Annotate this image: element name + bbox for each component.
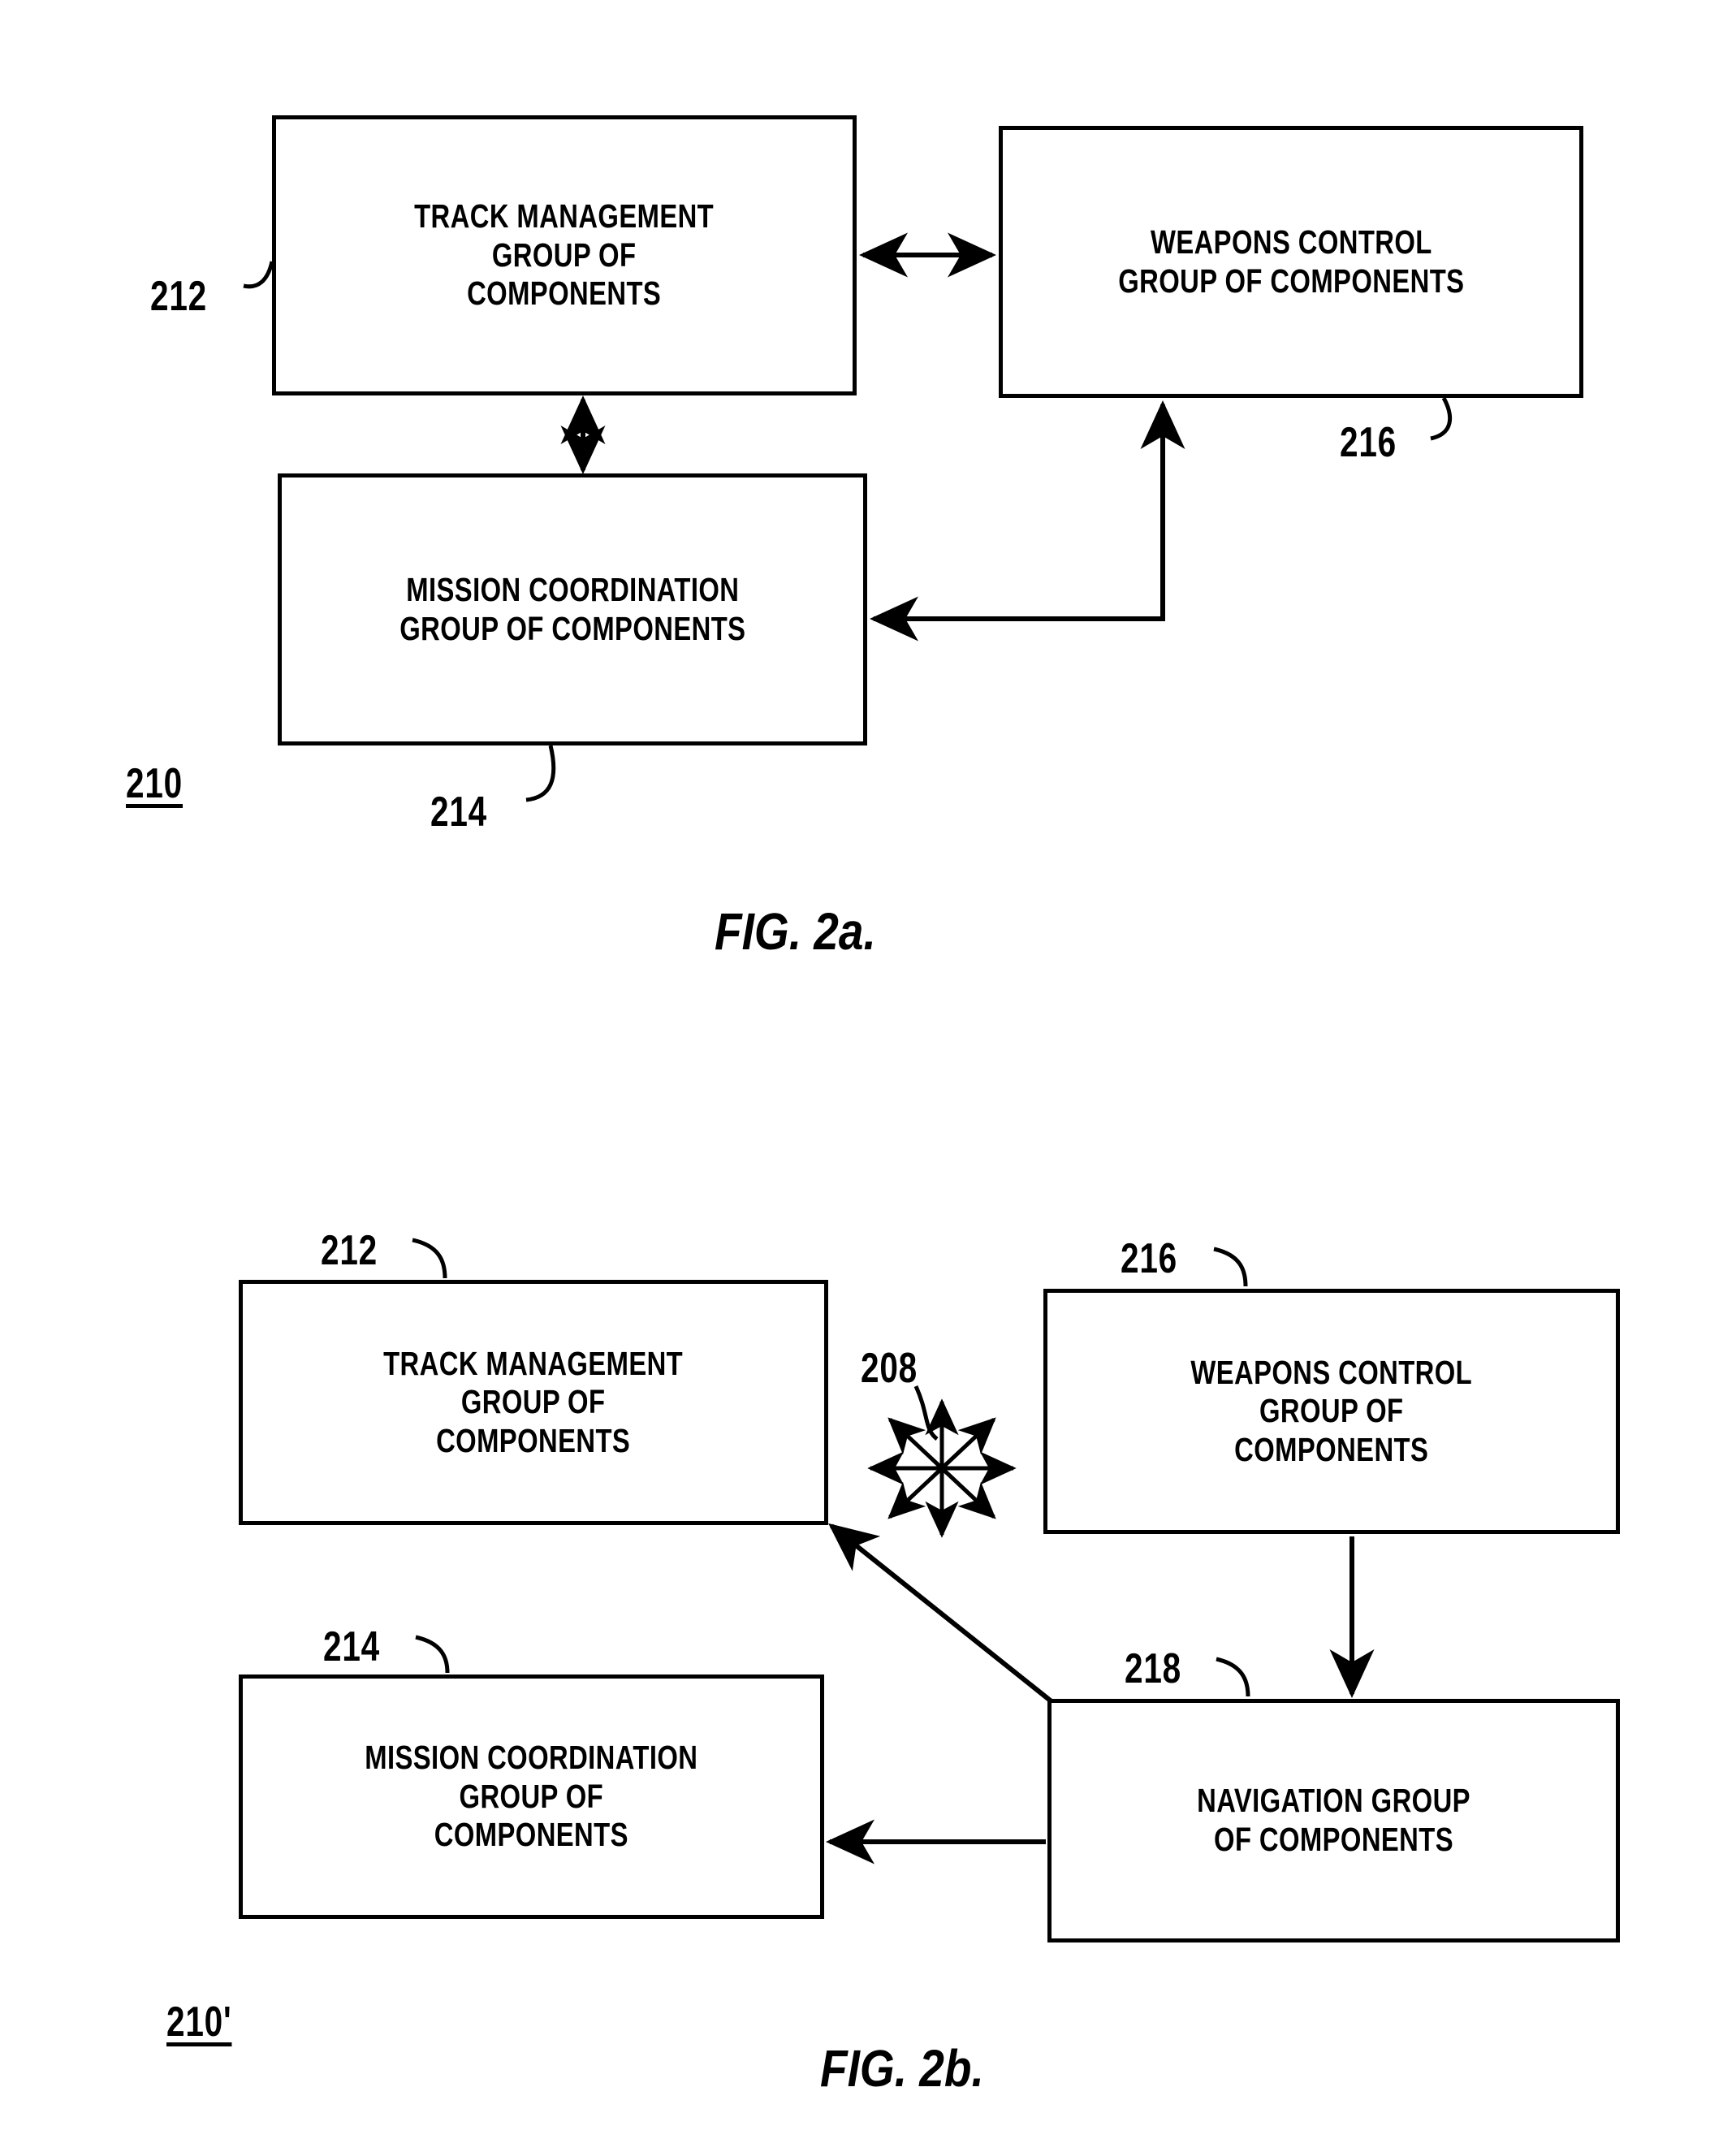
- fig2b-ref-214: 214: [323, 1623, 381, 1670]
- fig2b-box-weapons-control-label: WEAPONS CONTROL GROUP OF COMPONENTS: [1190, 1353, 1473, 1468]
- fig2b-arrow-navigation-track: [828, 1523, 1054, 1705]
- fig2b-leader-212: [412, 1238, 447, 1279]
- fig2b-ref-212: 212: [321, 1227, 378, 1274]
- fig2b-leader-214: [415, 1635, 450, 1674]
- fig2a-ref-216: 216: [1340, 419, 1397, 466]
- fig2b-box-navigation-label: NAVIGATION GROUP OF COMPONENTS: [1197, 1782, 1470, 1858]
- fig2a-ref-212: 212: [150, 273, 208, 320]
- fig2a-leader-212: [243, 261, 274, 289]
- fig2a-box-mission-coordination: MISSION COORDINATION GROUP OF COMPONENTS: [278, 473, 867, 745]
- fig2a-box-weapons-control: WEAPONS CONTROL GROUP OF COMPONENTS: [999, 126, 1583, 398]
- fig2b-ref-216: 216: [1121, 1235, 1178, 1282]
- fig2b-box-mission-coordination: MISSION COORDINATION GROUP OF COMPONENTS: [239, 1674, 824, 1919]
- fig2a-box-weapons-control-label: WEAPONS CONTROL GROUP OF COMPONENTS: [1117, 223, 1465, 300]
- fig2b-leader-216: [1213, 1247, 1248, 1287]
- fig2b-box-mission-coordination-label: MISSION COORDINATION GROUP OF COMPONENTS: [365, 1739, 698, 1854]
- fig2b-box-weapons-control: WEAPONS CONTROL GROUP OF COMPONENTS: [1043, 1289, 1620, 1534]
- fig2b-box-track-management-label: TRACK MANAGEMENT GROUP OF COMPONENTS: [383, 1344, 684, 1459]
- fig2b-eight-direction-arrow-star: [867, 1398, 1017, 1538]
- fig2a-box-track-management-label: TRACK MANAGEMENT GROUP OF COMPONENTS: [414, 197, 715, 313]
- fig2b-leader-218: [1216, 1657, 1250, 1697]
- fig2a-ref-214: 214: [430, 789, 488, 836]
- fig2b-leader-208: [913, 1385, 939, 1441]
- fig2a-box-track-management: TRACK MANAGEMENT GROUP OF COMPONENTS: [272, 115, 857, 395]
- fig2a-leader-214: [525, 745, 556, 802]
- fig2a-caption: FIG. 2a.: [715, 902, 876, 961]
- fig2b-ref-210-prime: 210': [166, 1999, 232, 2046]
- fig2a-ref-210: 210: [126, 760, 184, 807]
- fig2b-box-track-management: TRACK MANAGEMENT GROUP OF COMPONENTS: [239, 1280, 828, 1525]
- fig2b-ref-218: 218: [1125, 1645, 1182, 1692]
- fig2b-box-navigation: NAVIGATION GROUP OF COMPONENTS: [1047, 1699, 1620, 1942]
- fig2b-ref-208: 208: [861, 1345, 918, 1392]
- fig2a-box-mission-coordination-label: MISSION COORDINATION GROUP OF COMPONENTS: [399, 570, 746, 647]
- fig2b-caption: FIG. 2b.: [820, 2039, 984, 2098]
- patent-drawing-sheet: TRACK MANAGEMENT GROUP OF COMPONENTS WEA…: [0, 0, 1736, 2152]
- fig2a-arrow-weapons-mission: [870, 400, 1185, 642]
- fig2a-leader-216: [1430, 396, 1452, 441]
